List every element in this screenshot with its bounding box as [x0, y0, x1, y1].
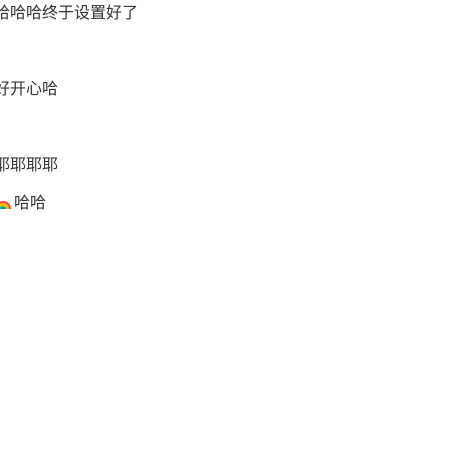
- text-line-1: 哈哈哈终于设置好了: [0, 3, 138, 23]
- rainbow-icon: [0, 195, 12, 211]
- text-line-4: 哈哈: [0, 193, 46, 213]
- text-line-3: 耶耶耶耶: [0, 155, 58, 175]
- text-line-1-content: 哈哈哈终于设置好了: [0, 3, 139, 22]
- text-line-3-content: 耶耶耶耶: [0, 155, 59, 174]
- text-line-4-content: 哈哈: [14, 193, 47, 212]
- text-line-2-content: 好开心哈: [0, 79, 59, 98]
- text-line-2: 好开心哈: [0, 79, 58, 99]
- message-canvas: 哈哈哈终于设置好了 好开心哈 耶耶耶耶 哈哈: [0, 0, 462, 459]
